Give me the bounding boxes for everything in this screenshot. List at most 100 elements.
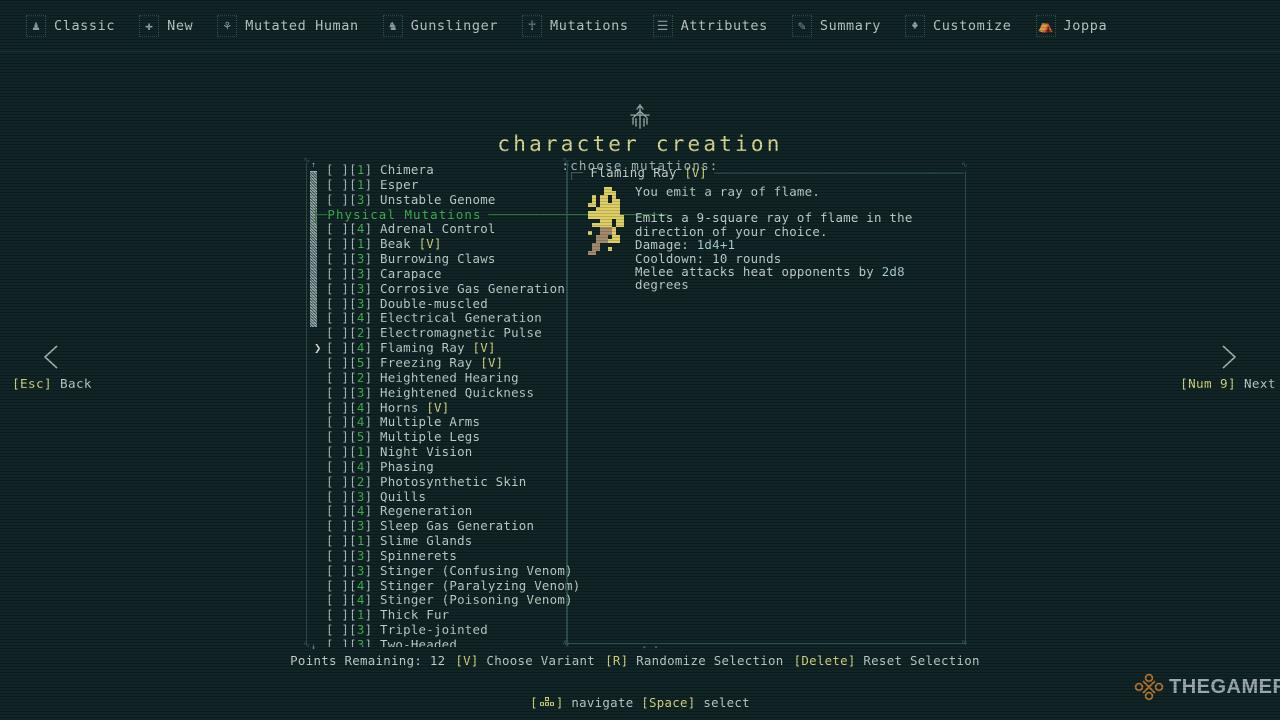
mutation-row[interactable]: [ ][4] Adrenal Control (326, 221, 566, 237)
mutation-checkbox[interactable]: [ ] (326, 310, 349, 326)
mutation-checkbox[interactable]: [ ] (326, 385, 349, 400)
mutation-row[interactable]: [ ][5] Multiple Legs (326, 429, 566, 445)
scroll-down-arrow[interactable]: ↓ (310, 643, 317, 651)
mutation-checkbox[interactable]: [ ] (326, 548, 349, 563)
mutation-row[interactable]: [ ][1] Night Vision (326, 444, 566, 460)
mutation-checkbox[interactable]: [ ] (326, 533, 349, 548)
mutation-checkbox[interactable]: [ ] (326, 251, 349, 266)
mutation-checkbox[interactable]: [ ] (326, 266, 349, 281)
mutation-checkbox[interactable]: [ ] (326, 518, 349, 533)
mutation-row[interactable]: [ ][4] Multiple Arms (326, 414, 566, 430)
mutation-checkbox[interactable]: [ ] (326, 414, 349, 429)
cost-bracket-close: ] (364, 562, 380, 578)
mutation-checkbox[interactable]: [ ] (326, 459, 349, 474)
mutation-row[interactable]: [ ][4] Stinger (Paralyzing Venom) (326, 577, 580, 594)
mutation-row[interactable]: [ ][4] Stinger (Poisoning Venom) (326, 592, 573, 608)
mutation-checkbox[interactable]: [ ] (326, 429, 349, 444)
status-action[interactable]: [R] Randomize Selection (605, 653, 783, 668)
nav-item-mutated-human[interactable]: ⚘ Mutated Human (217, 11, 358, 41)
mutation-row[interactable]: [ ][1] Beak [V] (326, 236, 566, 252)
mutation-row[interactable]: [ ][2] Heightened Hearing (326, 369, 566, 386)
mutation-row[interactable]: [ ][4] Regeneration (326, 503, 566, 519)
mutation-checkbox[interactable]: [ ] (326, 340, 349, 355)
mutation-checkbox[interactable]: [ ] (326, 162, 349, 177)
mutation-checkbox[interactable]: [ ] (326, 355, 349, 370)
mutation-row[interactable]: [ ][3] Unstable Genome (326, 192, 566, 208)
mutation-checkbox[interactable]: [ ] (326, 236, 349, 251)
selection-cursor: ❯ (314, 340, 322, 356)
mutation-variant-marker[interactable]: [V] (419, 236, 442, 251)
mutation-row[interactable]: [ ][4] Horns [V] (326, 400, 566, 416)
mutation-checkbox[interactable]: [ ] (326, 607, 349, 622)
chevron-right-icon[interactable] (1138, 342, 1280, 376)
mutation-row[interactable]: [ ][1] Slime Glands (326, 533, 566, 549)
mutation-checkbox[interactable]: [ ] (326, 503, 349, 518)
cost-bracket-close: ] (364, 251, 380, 267)
points-label: Points Remaining: (290, 653, 430, 668)
mutation-row[interactable]: [ ][3] Corrosive Gas Generation (326, 281, 566, 297)
mutation-checkbox[interactable]: [ ] (326, 622, 349, 637)
mutation-row[interactable]: [ ][3] Burrowing Claws (326, 251, 566, 267)
mutation-variant-marker[interactable]: [V] (426, 400, 449, 415)
mutation-checkbox[interactable]: [ ] (326, 281, 349, 296)
mutation-checkbox[interactable]: [ ] (326, 578, 349, 593)
mutation-checkbox[interactable]: [ ] (326, 563, 349, 578)
nav-item-joppa[interactable]: ⛺ Joppa (1035, 11, 1108, 41)
mutation-row[interactable]: [ ][1] Thick Fur (326, 607, 566, 623)
mutation-checkbox[interactable]: [ ] (326, 592, 349, 608)
mutation-row[interactable]: [ ][3] Quills (326, 489, 566, 505)
mutation-row[interactable]: [ ][5] Freezing Ray [V] (326, 355, 566, 371)
nav-item-gunslinger[interactable]: ♞ Gunslinger (382, 11, 498, 41)
gunslinger-icon: ♞ (382, 15, 403, 37)
mutation-row[interactable]: [ ][4] Phasing (326, 459, 566, 475)
mutation-list-scrollbar[interactable]: ↑ ↓ (310, 161, 317, 651)
mutation-cost: 4 (356, 577, 365, 593)
mutation-checkbox[interactable]: [ ] (326, 325, 349, 340)
mutation-row[interactable]: [ ][3] Carapace (326, 266, 566, 282)
mutation-checkbox[interactable]: [ ] (326, 221, 349, 236)
mutation-row[interactable]: [ ][4] Electrical Generation (326, 311, 566, 326)
mutation-row[interactable]: [ ][3] Heightened Quickness (326, 385, 566, 401)
scrollbar-thumb[interactable] (310, 171, 317, 327)
mutation-row[interactable]: ❯ [ ][4] Flaming Ray [V] (314, 340, 566, 356)
mutation-row[interactable]: [ ][1] Esper (326, 177, 566, 193)
mutation-row[interactable]: [ ][2] Electromagnetic Pulse (326, 325, 566, 341)
nav-item-classic[interactable]: ♟ Classic (26, 11, 115, 41)
nav-item-summary[interactable]: ✎ Summary (791, 11, 881, 41)
mutation-variant-marker[interactable]: [V] (473, 340, 496, 355)
mutation-checkbox[interactable]: [ ] (326, 296, 349, 311)
mutation-checkbox[interactable]: [ ] (326, 489, 349, 504)
mutation-row[interactable]: [ ][3] Double-muscled (326, 296, 566, 312)
nav-item-customize[interactable]: ♦ Customize (904, 11, 1012, 41)
back-navigation[interactable]: [Esc] Back (0, 342, 142, 391)
status-bar: Points Remaining: 12 [V] Choose Variant [R… (0, 653, 1280, 669)
next-label[interactable]: [Num 9] Next (1138, 376, 1280, 391)
mutation-checkbox[interactable]: [ ] (326, 370, 349, 385)
mutation-row[interactable]: [ ][3] Sleep Gas Generation (326, 518, 566, 534)
mutation-variant-marker[interactable]: [V] (480, 355, 503, 370)
status-action[interactable]: [Delete] Reset Selection (794, 653, 980, 668)
mutation-checkbox[interactable]: [ ] (326, 444, 349, 459)
mutation-checkbox[interactable]: [ ] (326, 474, 349, 489)
cost-bracket-close: ] (364, 310, 380, 326)
mutation-row[interactable]: [ ][3] Stinger (Confusing Venom) (326, 562, 573, 579)
nav-item-attributes[interactable]: ☰ Attributes (652, 11, 768, 41)
mutation-row[interactable]: [ ][3] Two-Headed (326, 638, 566, 647)
cost-bracket-open: [ (349, 369, 357, 385)
mutation-row[interactable]: [ ][3] Spinnerets (326, 548, 566, 564)
chevron-left-icon[interactable] (0, 342, 142, 376)
scroll-up-arrow[interactable]: ↑ (310, 161, 317, 169)
next-navigation[interactable]: [Num 9] Next (1138, 342, 1280, 391)
mutation-checkbox[interactable]: [ ] (326, 400, 349, 415)
mutation-row[interactable]: [ ][1] Chimera (326, 162, 566, 178)
nav-item-new[interactable]: ✚ New (139, 11, 193, 41)
nav-item-mutations[interactable]: ☥ Mutations (522, 11, 629, 41)
navigate-label: navigate (563, 695, 642, 710)
mutation-row[interactable]: [ ][3] Triple-jointed (326, 622, 566, 638)
mutation-checkbox[interactable]: [ ] (326, 177, 349, 192)
mutation-checkbox[interactable]: [ ] (326, 638, 349, 647)
status-action[interactable]: [V] Choose Variant (455, 653, 595, 668)
mutation-row[interactable]: [ ][2] Photosynthetic Skin (326, 474, 566, 490)
back-label[interactable]: [Esc] Back (0, 376, 142, 391)
mutation-checkbox[interactable]: [ ] (326, 192, 349, 207)
